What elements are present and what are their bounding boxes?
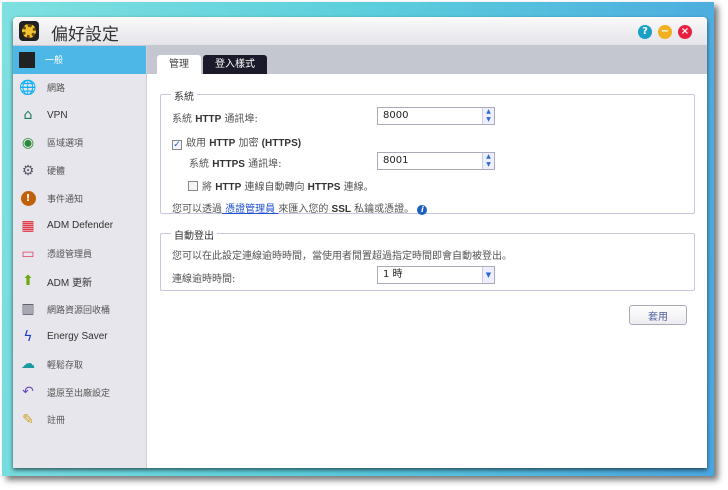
- tab-management[interactable]: 管理: [157, 55, 201, 74]
- tab-login-style[interactable]: 登入樣式: [203, 55, 267, 74]
- https-port-input[interactable]: 8001 ▲ ▼: [377, 152, 495, 170]
- sidebar-item-label: Energy Saver: [47, 331, 108, 343]
- sidebar-item-label: VPN: [47, 109, 68, 121]
- undo-icon: ↶: [22, 384, 34, 401]
- close-icon[interactable]: ×: [678, 25, 692, 39]
- system-legend: 系統: [171, 88, 197, 103]
- ssl-hint: 您可以透過 憑證管理員 來匯入您的 SSL 私鑰或憑證。 i: [172, 200, 428, 215]
- chevron-down-icon[interactable]: ▼: [482, 267, 494, 283]
- sidebar-item-notification[interactable]: ! 事件通知: [13, 184, 146, 212]
- checkbox-unchecked-icon[interactable]: [188, 181, 198, 191]
- house-icon: ⌂: [23, 107, 33, 124]
- main-panel: 管理 登入樣式 系統 系統 HTTP 通訊埠: 8000 ▲ ▼ ✓ 啟用 HTTP …: [147, 46, 707, 468]
- sidebar-item-region[interactable]: ◉ 區域選項: [13, 129, 146, 157]
- tab-bar: 管理 登入樣式: [147, 46, 707, 74]
- title-bar: 偏好設定 ? − ×: [13, 17, 707, 46]
- sidebar-item-label: 網路資源回收桶: [47, 305, 111, 316]
- timeout-label: 連線逾時時間:: [172, 274, 236, 285]
- sidebar-item-general[interactable]: 一般: [13, 46, 146, 74]
- server-icon: [19, 51, 35, 68]
- sidebar-item-label: 註冊: [47, 416, 66, 427]
- sidebar-item-label: 網路: [47, 84, 66, 95]
- sidebar-item-factory-reset[interactable]: ↶ 還原至出廠設定: [13, 378, 146, 406]
- sidebar-item-label: 還原至出廠設定: [47, 388, 111, 399]
- sidebar-item-register[interactable]: ✎ 註冊: [13, 406, 146, 434]
- sidebar-item-recycle-bin[interactable]: ▥ 網路資源回收桶: [13, 295, 146, 323]
- sidebar-item-label: 輕鬆存取: [47, 360, 84, 371]
- trash-icon: ▥: [21, 301, 35, 318]
- sidebar-item-adm-update[interactable]: ⬆ ADM 更新: [13, 268, 146, 296]
- lightning-icon: ϟ: [23, 328, 33, 345]
- sidebar-item-network[interactable]: 🌐 網路: [13, 74, 146, 102]
- sidebar-item-label: 憑證管理員: [47, 250, 93, 261]
- sidebar-item-adm-defender[interactable]: ▦ ADM Defender: [13, 212, 146, 240]
- port-spinner[interactable]: ▲ ▼: [482, 108, 494, 124]
- firewall-icon: ▦: [21, 217, 35, 234]
- sidebar: 一般 🌐 網路 ⌂ VPN ◉ 區域選項 ⚙ 硬體 ! 事件通知 ▦ ADM Defende…: [13, 46, 147, 468]
- app-icon: [19, 21, 39, 41]
- sidebar-item-energy-saver[interactable]: ϟ Energy Saver: [13, 323, 146, 351]
- sidebar-item-label: ADM Defender: [47, 220, 114, 232]
- sidebar-item-label: 硬體: [47, 167, 66, 178]
- hardware-icon: ⚙: [21, 162, 35, 179]
- auto-logout-legend: 自動登出: [171, 227, 217, 242]
- auto-logout-description: 您可以在此設定連線逾時時間，當使用者閒置超過指定時間即會自動被登出。: [172, 251, 512, 262]
- http-port-input[interactable]: 8000 ▲ ▼: [377, 107, 495, 125]
- https-port-label: 系統 HTTPS 通訊埠:: [189, 159, 282, 170]
- register-icon: ✎: [22, 411, 34, 428]
- system-fieldset: 系統 系統 HTTP 通訊埠: 8000 ▲ ▼ ✓ 啟用 HTTP 加密 (HTTP…: [160, 88, 695, 215]
- sidebar-item-label: 區域選項: [47, 139, 84, 150]
- port-spinner[interactable]: ▲ ▼: [482, 153, 494, 169]
- cloud-upload-icon: ☁: [21, 356, 35, 373]
- alert-icon: !: [19, 189, 37, 207]
- certificate-manager-link[interactable]: 憑證管理員: [222, 204, 278, 215]
- apply-button[interactable]: 套用: [629, 305, 687, 325]
- redirect-https-checkbox[interactable]: 將 HTTP 連線自動轉向 HTTPS 連線。: [188, 178, 374, 193]
- sidebar-item-hardware[interactable]: ⚙ 硬體: [13, 157, 146, 185]
- timeout-select[interactable]: 1 時 ▼: [377, 266, 495, 284]
- auto-logout-fieldset: 自動登出 您可以在此設定連線逾時時間，當使用者閒置超過指定時間即會自動被登出。 …: [160, 227, 695, 291]
- certificate-icon: ▭: [21, 245, 35, 262]
- help-icon[interactable]: ?: [638, 25, 652, 39]
- sidebar-item-label: 事件通知: [47, 194, 84, 205]
- globe-icon: 🌐: [19, 79, 37, 96]
- update-arrow-icon: ⬆: [22, 273, 34, 290]
- enable-https-checkbox[interactable]: ✓ 啟用 HTTP 加密 (HTTPS): [172, 134, 301, 150]
- checkbox-checked-icon[interactable]: ✓: [172, 140, 182, 150]
- http-port-label: 系統 HTTP 通訊埠:: [172, 114, 258, 125]
- preferences-window: 偏好設定 ? − × 一般 🌐 網路 ⌂ VPN ◉ 區域選項 ⚙ 硬體 ! 事件通知 ▦…: [13, 17, 707, 468]
- sidebar-item-easy-access[interactable]: ☁ 輕鬆存取: [13, 351, 146, 379]
- sidebar-item-certificate[interactable]: ▭ 憑證管理員: [13, 240, 146, 268]
- sidebar-item-label: ADM 更新: [47, 277, 92, 289]
- minimize-icon[interactable]: −: [658, 25, 672, 39]
- info-icon[interactable]: i: [417, 205, 428, 215]
- window-title: 偏好設定: [51, 25, 119, 45]
- sidebar-item-vpn[interactable]: ⌂ VPN: [13, 101, 146, 129]
- sidebar-item-label: 一般: [45, 56, 64, 67]
- region-icon: ◉: [21, 134, 35, 151]
